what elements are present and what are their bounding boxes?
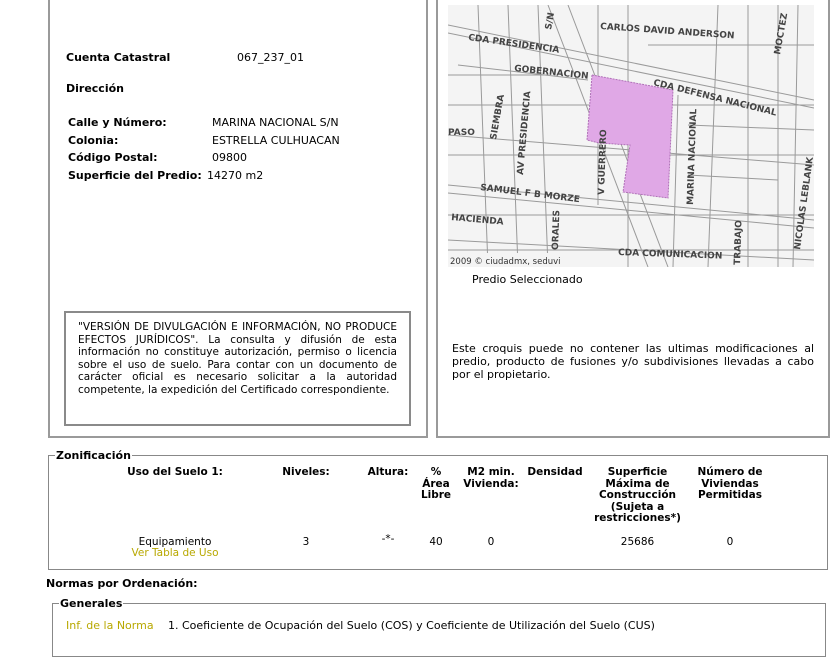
cuenta-value: 067_237_01 [237, 51, 304, 64]
header-densidad: Densidad [527, 466, 583, 478]
norma-text: 1. Coeficiente de Ocupación del Suelo (C… [168, 619, 655, 632]
cuenta-label: Cuenta Catastral [66, 51, 171, 64]
superficie-value: 25686 [620, 536, 655, 548]
ver-tabla-uso-link[interactable]: Ver Tabla de Uso [110, 547, 240, 559]
m2-min-value: 0 [487, 536, 495, 548]
cp-value: 09800 [212, 151, 247, 164]
map-caption: Predio Seleccionado [472, 273, 583, 286]
header-area-libre: % Área Libre [420, 466, 452, 501]
zonificacion-legend: Zonificación [56, 449, 131, 462]
colonia-label: Colonia: [68, 134, 119, 147]
street-label: ORALES [551, 210, 562, 250]
niveles-value: 3 [302, 536, 310, 548]
disclaimer: "VERSIÓN DE DIVULGACIÓN E INFORMACIÓN, N… [64, 311, 411, 426]
map-note: Este croquis puede no contener las ultim… [452, 342, 814, 381]
direccion-heading: Dirección [66, 82, 124, 95]
street-label: PASO [448, 128, 475, 138]
area-libre-value: 40 [429, 536, 443, 548]
map-image[interactable]: CARLOS DAVID ANDERSON CDA PRESIDENCIA GO… [448, 5, 814, 267]
header-niveles: Niveles: [282, 466, 330, 478]
superficie-label: Superficie del Predio: [68, 169, 202, 182]
inf-norma-link[interactable]: Inf. de la Norma [66, 619, 154, 632]
header-superficie: Superficie Máxima de Construcción (Sujet… [594, 466, 681, 524]
header-viviendas: Número de Viviendas Permitidas [697, 466, 763, 501]
colonia-value: ESTRELLA CULHUACAN [212, 134, 340, 147]
superficie-value: 14270 m2 [207, 169, 264, 182]
generales-legend: Generales [60, 597, 123, 610]
cp-label: Código Postal: [68, 151, 158, 164]
calle-value: MARINA NACIONAL S/N [212, 116, 339, 129]
street-label: TRABAJO [733, 220, 745, 266]
map-copyright: 2009 © ciudadmx, seduvi [450, 257, 561, 267]
header-altura: Altura: [367, 466, 409, 478]
header-uso: Uso del Suelo 1: [127, 466, 223, 478]
calle-label: Calle y Número: [68, 116, 167, 129]
altura-value: -*- [381, 533, 395, 545]
header-m2-min: M2 min. Vivienda: [463, 466, 519, 490]
viviendas-value: 0 [726, 536, 734, 548]
normas-title: Normas por Ordenación: [46, 577, 198, 590]
